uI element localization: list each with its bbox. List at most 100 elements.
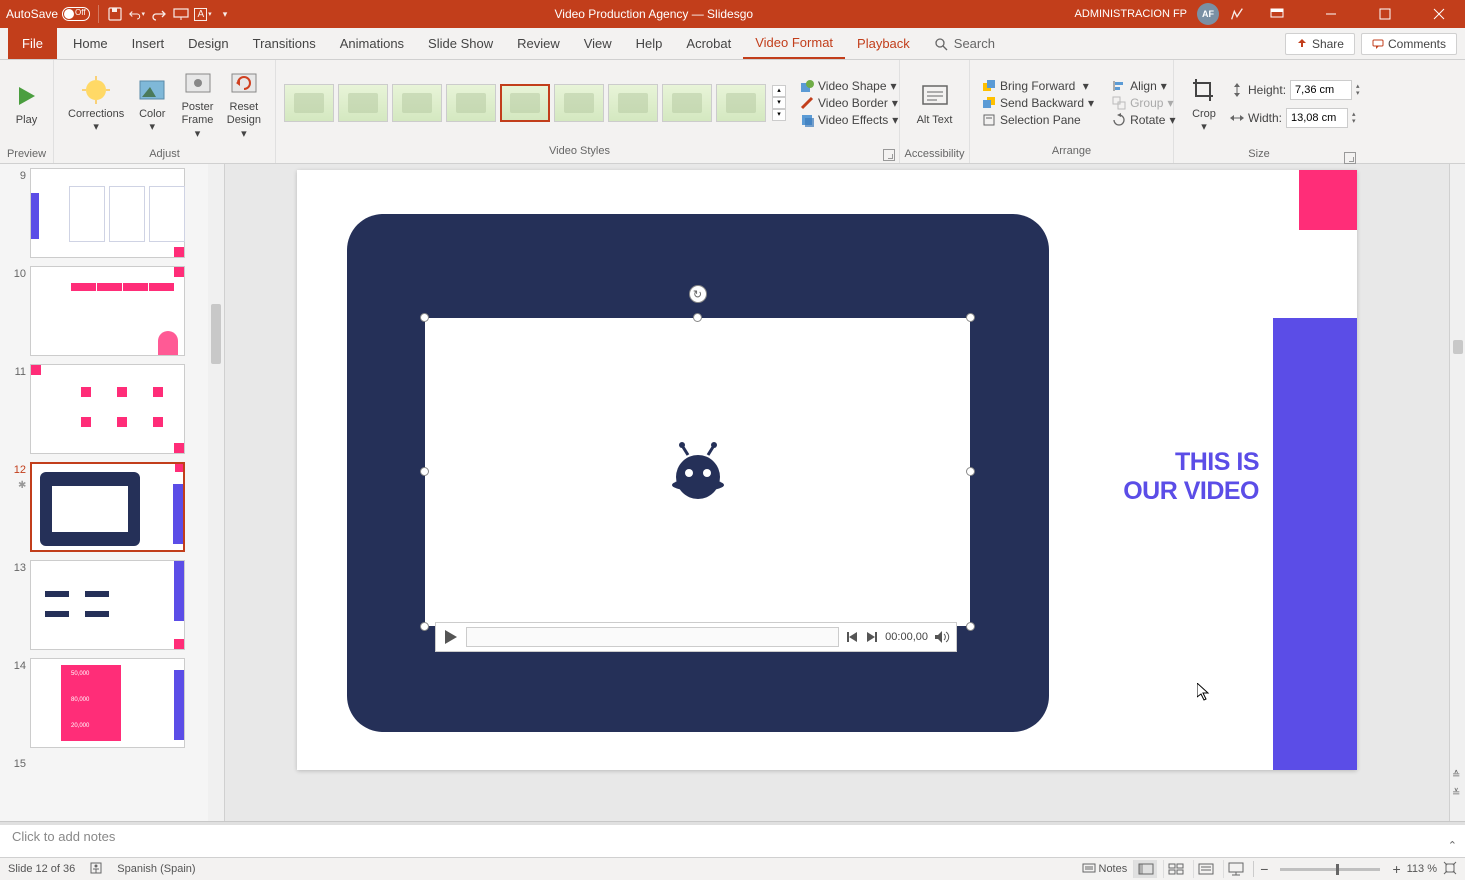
sel-handle-tr[interactable] bbox=[966, 313, 975, 322]
height-spinner[interactable]: ▴▾ bbox=[1356, 83, 1360, 97]
tab-review[interactable]: Review bbox=[505, 28, 572, 59]
sel-handle-bl[interactable] bbox=[420, 622, 429, 631]
bring-forward-button[interactable]: Bring Forward ▾ bbox=[978, 78, 1098, 94]
video-style-6[interactable] bbox=[554, 84, 604, 122]
size-launcher[interactable] bbox=[1344, 152, 1356, 164]
redo-icon[interactable] bbox=[151, 6, 167, 22]
ribbon-display-options-icon[interactable] bbox=[1255, 0, 1299, 28]
zoom-slider[interactable] bbox=[1280, 868, 1380, 871]
tab-view[interactable]: View bbox=[572, 28, 624, 59]
slide-thumb-12[interactable]: ✱ bbox=[30, 462, 185, 552]
sel-handle-tl[interactable] bbox=[420, 313, 429, 322]
accessibility-status-icon[interactable] bbox=[89, 861, 103, 878]
share-button[interactable]: Share bbox=[1285, 33, 1355, 55]
close-button[interactable] bbox=[1417, 0, 1461, 28]
tab-help[interactable]: Help bbox=[624, 28, 675, 59]
height-input[interactable] bbox=[1290, 80, 1352, 100]
user-avatar[interactable]: AF bbox=[1197, 3, 1219, 25]
video-effects-button[interactable]: Video Effects ▾ bbox=[796, 112, 902, 128]
tab-acrobat[interactable]: Acrobat bbox=[674, 28, 743, 59]
canvas-scrollbar-vertical[interactable]: ≙ ≚ bbox=[1449, 164, 1465, 821]
sel-handle-mr[interactable] bbox=[966, 467, 975, 476]
video-style-1[interactable] bbox=[284, 84, 334, 122]
sel-handle-ml[interactable] bbox=[420, 467, 429, 476]
coming-soon-icon[interactable] bbox=[1229, 6, 1245, 22]
customize-qat-icon[interactable]: ▾ bbox=[217, 6, 233, 22]
video-style-9[interactable] bbox=[716, 84, 766, 122]
collapse-ribbon-icon[interactable]: ⌃ bbox=[1446, 837, 1459, 854]
tab-video-format[interactable]: Video Format bbox=[743, 28, 845, 59]
video-style-5[interactable] bbox=[500, 84, 550, 122]
alt-text-button[interactable]: Alt Text bbox=[911, 64, 959, 144]
language-status[interactable]: Spanish (Spain) bbox=[117, 863, 195, 875]
video-style-7[interactable] bbox=[608, 84, 658, 122]
tab-animations[interactable]: Animations bbox=[328, 28, 416, 59]
poster-frame-button[interactable]: Poster Frame ▾ bbox=[174, 64, 221, 144]
width-spinner[interactable]: ▴▾ bbox=[1352, 111, 1356, 125]
slide-thumb-14[interactable]: 50,000 80,000 20,000 bbox=[30, 658, 185, 748]
font-size-icon[interactable]: A▾ bbox=[195, 6, 211, 22]
tab-home[interactable]: Home bbox=[61, 28, 120, 59]
video-border-button[interactable]: Video Border ▾ bbox=[796, 95, 902, 111]
notes-pane[interactable]: Click to add notes bbox=[0, 825, 1465, 857]
view-reading-icon[interactable] bbox=[1193, 860, 1217, 878]
align-button[interactable]: Align ▾ bbox=[1108, 78, 1179, 94]
next-slide-icon[interactable]: ≚ bbox=[1452, 788, 1460, 799]
width-input[interactable] bbox=[1286, 108, 1348, 128]
slide[interactable]: 00:00,00 THIS IS OUR VIDEO bbox=[297, 170, 1357, 770]
rotation-handle[interactable] bbox=[689, 285, 707, 303]
minimize-button[interactable] bbox=[1309, 0, 1353, 28]
slide-canvas[interactable]: 00:00,00 THIS IS OUR VIDEO ≙ ≚ bbox=[225, 164, 1465, 821]
present-from-start-icon[interactable] bbox=[173, 6, 189, 22]
fit-to-window-icon[interactable] bbox=[1443, 861, 1457, 878]
crop-button[interactable]: Crop▾ bbox=[1182, 64, 1226, 144]
zoom-out-icon[interactable]: − bbox=[1260, 861, 1268, 877]
video-placeholder[interactable] bbox=[425, 318, 970, 626]
undo-icon[interactable]: ▾ bbox=[129, 6, 145, 22]
play-button[interactable]: Play bbox=[5, 64, 49, 144]
video-volume-icon[interactable] bbox=[934, 630, 950, 644]
autosave-pill[interactable]: Off bbox=[62, 7, 90, 21]
slide-thumb-9[interactable] bbox=[30, 168, 185, 258]
tab-insert[interactable]: Insert bbox=[120, 28, 177, 59]
notes-toggle[interactable]: Notes bbox=[1082, 863, 1128, 875]
send-backward-button[interactable]: Send Backward ▾ bbox=[978, 95, 1098, 111]
autosave-toggle[interactable]: AutoSave Off bbox=[6, 7, 90, 21]
video-play-icon[interactable] bbox=[442, 628, 460, 646]
video-styles-launcher[interactable] bbox=[883, 149, 895, 161]
comments-button[interactable]: Comments bbox=[1361, 33, 1457, 55]
save-icon[interactable] bbox=[107, 6, 123, 22]
video-style-8[interactable] bbox=[662, 84, 712, 122]
view-sorter-icon[interactable] bbox=[1163, 860, 1187, 878]
slide-thumb-10[interactable] bbox=[30, 266, 185, 356]
slides-panel[interactable]: 9 10 11 12 bbox=[0, 164, 225, 821]
reset-design-button[interactable]: Reset Design ▾ bbox=[221, 64, 267, 144]
slide-thumb-11[interactable] bbox=[30, 364, 185, 454]
rotate-button[interactable]: Rotate ▾ bbox=[1108, 112, 1179, 128]
video-control-bar[interactable]: 00:00,00 bbox=[435, 622, 957, 652]
video-prev-frame-icon[interactable] bbox=[845, 630, 859, 644]
video-styles-gallery[interactable]: ▴▾▾ bbox=[284, 84, 786, 122]
slide-counter[interactable]: Slide 12 of 36 bbox=[8, 863, 75, 875]
sel-handle-tm[interactable] bbox=[693, 313, 702, 322]
prev-slide-icon[interactable]: ≙ bbox=[1452, 770, 1460, 781]
video-style-3[interactable] bbox=[392, 84, 442, 122]
video-style-2[interactable] bbox=[338, 84, 388, 122]
tab-transitions[interactable]: Transitions bbox=[241, 28, 328, 59]
video-seek-track[interactable] bbox=[466, 627, 839, 647]
corrections-button[interactable]: Corrections▾ bbox=[62, 64, 130, 144]
view-slideshow-icon[interactable] bbox=[1223, 860, 1247, 878]
maximize-button[interactable] bbox=[1363, 0, 1407, 28]
video-style-4[interactable] bbox=[446, 84, 496, 122]
search-box[interactable]: Search bbox=[934, 36, 995, 51]
slide-thumb-13[interactable] bbox=[30, 560, 185, 650]
sel-handle-br[interactable] bbox=[966, 622, 975, 631]
tab-playback[interactable]: Playback bbox=[845, 28, 922, 59]
video-shape-button[interactable]: Video Shape ▾ bbox=[796, 78, 902, 94]
video-next-frame-icon[interactable] bbox=[865, 630, 879, 644]
tab-design[interactable]: Design bbox=[176, 28, 240, 59]
slide-title-text[interactable]: THIS IS OUR VIDEO bbox=[1123, 448, 1259, 506]
video-styles-more[interactable]: ▴▾▾ bbox=[772, 85, 786, 121]
thumbs-scrollbar[interactable] bbox=[208, 164, 224, 821]
selection-pane-button[interactable]: Selection Pane bbox=[978, 112, 1098, 128]
